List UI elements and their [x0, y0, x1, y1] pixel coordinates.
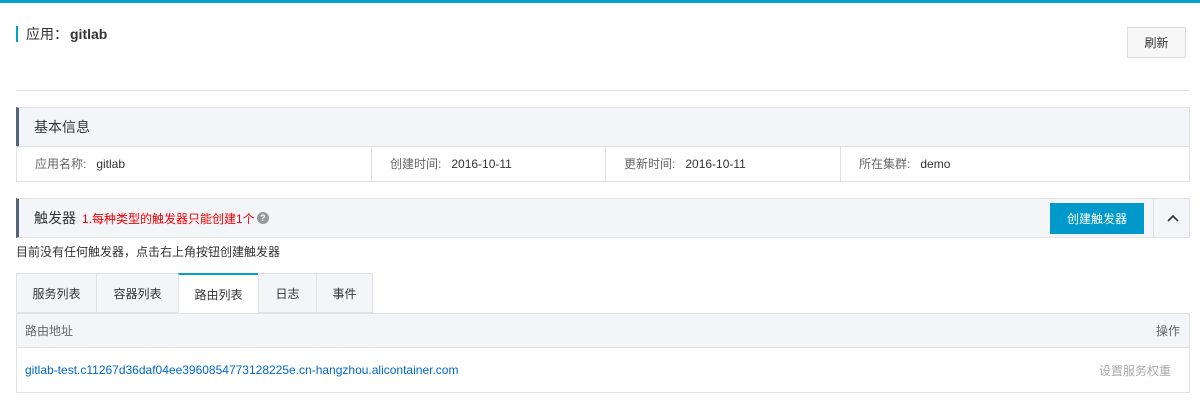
tab-logs[interactable]: 日志 — [258, 273, 316, 313]
basic-info-row: 应用名称: gitlab 创建时间: 2016-10-11 更新时间: 2016… — [16, 146, 1190, 182]
info-cell-cluster: 所在集群: demo — [841, 146, 1189, 181]
info-label: 所在集群: — [859, 157, 911, 171]
info-value: 2016-10-11 — [685, 156, 746, 171]
trigger-title: 触发器 — [34, 210, 76, 226]
info-label: 创建时间: — [390, 157, 442, 171]
info-cell-updated: 更新时间: 2016-10-11 — [606, 146, 841, 181]
app-title-label: 应用： — [26, 26, 68, 42]
info-label: 应用名称: — [35, 157, 87, 171]
tab-route-list[interactable]: 路由列表 — [178, 273, 258, 314]
info-value: gitlab — [96, 156, 126, 171]
info-cell-app-name: 应用名称: gitlab — [17, 146, 372, 181]
table-header: 路由地址 操作 — [17, 314, 1189, 348]
basic-info-title: 基本信息 — [34, 119, 90, 135]
trigger-note: 1.每种类型的触发器只能创建1个 — [82, 211, 255, 226]
column-header-actions: 操作 — [1155, 324, 1180, 338]
header-divider — [16, 90, 1190, 91]
page-title: 应用： gitlab — [16, 26, 107, 42]
info-cell-created: 创建时间: 2016-10-11 — [372, 146, 606, 181]
info-value: 2016-10-11 — [451, 156, 512, 171]
set-service-weight-button[interactable]: 设置服务权重 — [1099, 362, 1171, 379]
routes-table: 路由地址 操作 gitlab-test.c11267d36daf04ee3960… — [16, 313, 1190, 393]
question-circle-icon[interactable]: ? — [256, 212, 269, 224]
trigger-empty-message: 目前没有任何触发器，点击右上角按钮创建触发器 — [16, 245, 281, 259]
tab-bar: 服务列表 容器列表 路由列表 日志 事件 — [16, 273, 373, 314]
table-row: gitlab-test.c11267d36daf04ee396085477312… — [17, 348, 1189, 392]
tab-container-list[interactable]: 容器列表 — [96, 273, 178, 313]
top-accent-bar — [0, 0, 1200, 3]
trigger-header: 触发器 1.每种类型的触发器只能创建1个 ? 创建触发器 — [16, 198, 1190, 238]
create-trigger-button[interactable]: 创建触发器 — [1050, 203, 1144, 234]
tab-events[interactable]: 事件 — [316, 273, 373, 313]
info-label: 更新时间: — [624, 157, 676, 171]
route-address-link[interactable]: gitlab-test.c11267d36daf04ee396085477312… — [25, 363, 458, 377]
refresh-button[interactable]: 刷新 — [1127, 27, 1186, 58]
basic-info-header: 基本信息 — [16, 107, 1190, 147]
tab-service-list[interactable]: 服务列表 — [16, 273, 96, 313]
collapse-trigger-button[interactable] — [1153, 198, 1192, 238]
column-header-address: 路由地址 — [25, 324, 74, 338]
chevron-up-icon — [1167, 214, 1179, 222]
info-value: demo — [920, 156, 951, 171]
app-title-name: gitlab — [70, 26, 108, 42]
